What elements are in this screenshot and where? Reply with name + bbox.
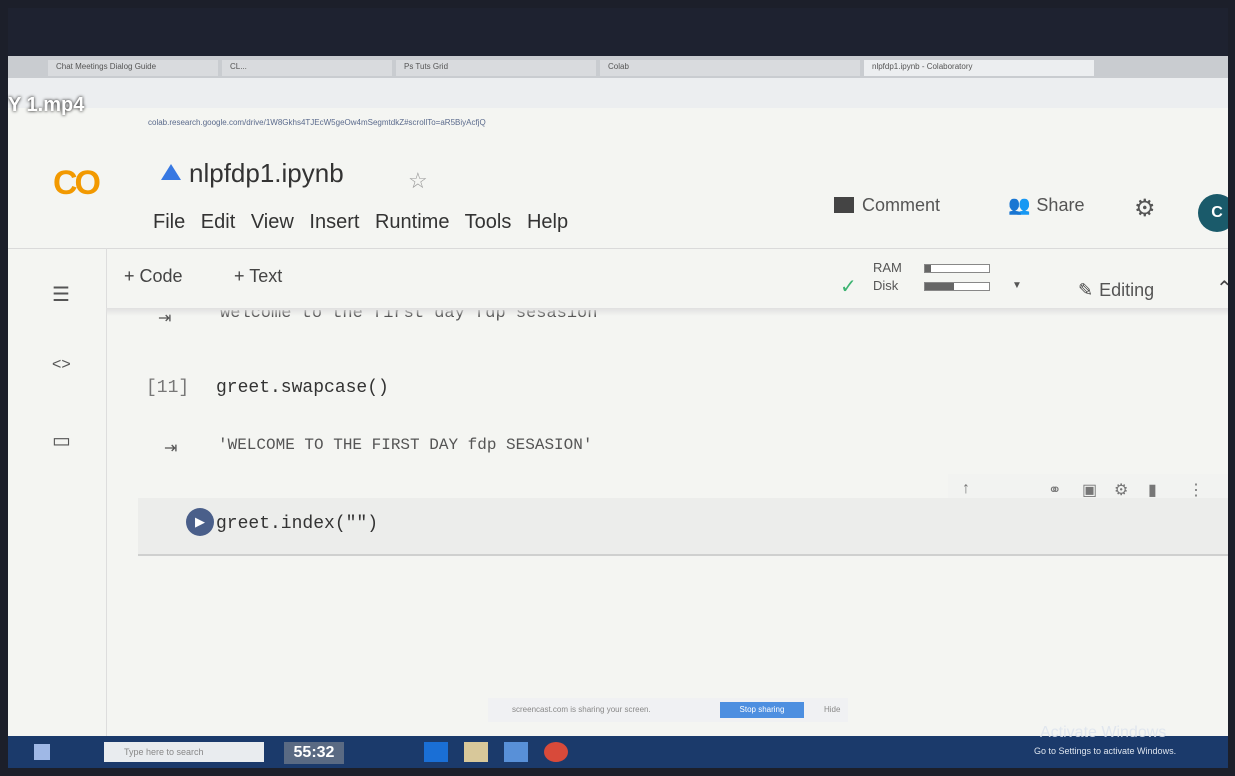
- editing-label: Editing: [1099, 280, 1155, 300]
- hide-button[interactable]: Hide: [824, 698, 840, 722]
- add-text-button[interactable]: + Text: [234, 266, 282, 287]
- gear-icon[interactable]: ⚙: [1134, 194, 1156, 223]
- avatar[interactable]: C: [1198, 194, 1228, 232]
- browser-tab-4[interactable]: Colab: [600, 60, 860, 76]
- notebook-title-text[interactable]: nlpfdp1.ipynb: [189, 158, 344, 188]
- activate-windows-subtitle: Go to Settings to activate Windows.: [1034, 746, 1177, 756]
- menu-runtime[interactable]: Runtime: [375, 211, 449, 233]
- header-divider: [8, 248, 1228, 249]
- disk-meter-fill: [925, 283, 954, 290]
- video-frame-top: [8, 8, 1228, 56]
- menu-help[interactable]: Help: [527, 211, 568, 233]
- left-sidebar: ☰ <> ▭: [8, 248, 107, 768]
- code-cell-swapcase[interactable]: greet.swapcase(): [216, 378, 389, 398]
- url-text[interactable]: colab.research.google.com/drive/1W8Gkhs4…: [148, 118, 486, 127]
- video-title: Y 1.mp4: [8, 94, 85, 116]
- comment-icon: [834, 197, 854, 213]
- browser-tab-2[interactable]: CL...: [222, 60, 392, 76]
- browser-tab-3[interactable]: Ps Tuts Grid: [396, 60, 596, 76]
- screen: Chat Meetings Dialog Guide CL... Ps Tuts…: [8, 8, 1228, 768]
- star-icon[interactable]: ☆: [408, 168, 428, 194]
- comment-cell-icon[interactable]: ▣: [1082, 480, 1097, 500]
- comment-button[interactable]: Comment: [834, 195, 940, 216]
- connected-check-icon: ✓: [840, 276, 857, 298]
- activate-windows-watermark: Activate Windows: [1040, 724, 1167, 741]
- add-code-button[interactable]: + Code: [124, 266, 183, 287]
- menu-insert[interactable]: Insert: [309, 211, 359, 233]
- move-up-icon[interactable]: ↑: [962, 480, 970, 498]
- drive-icon: [161, 164, 181, 180]
- menu-file[interactable]: File: [153, 211, 185, 233]
- code-snippets-icon[interactable]: <>: [52, 356, 71, 374]
- taskbar-search[interactable]: Type here to search: [104, 742, 264, 762]
- menu-view[interactable]: View: [251, 211, 294, 233]
- taskbar-app-icon[interactable]: [544, 742, 568, 762]
- menu-edit[interactable]: Edit: [201, 211, 235, 233]
- notebook-title[interactable]: nlpfdp1.ipynb: [161, 158, 344, 189]
- menu-bar: File Edit View Insert Runtime Tools Help: [153, 211, 578, 234]
- stop-sharing-button[interactable]: Stop sharing: [720, 702, 804, 718]
- colab-logo[interactable]: CO: [53, 164, 101, 203]
- ram-meter-fill: [925, 265, 932, 272]
- browser-tab-1[interactable]: Chat Meetings Dialog Guide: [48, 60, 218, 76]
- disk-label: Disk: [873, 278, 899, 293]
- menu-tools[interactable]: Tools: [465, 211, 512, 233]
- share-people-icon: 👥: [1008, 195, 1031, 215]
- delete-icon[interactable]: ▮: [1148, 480, 1157, 500]
- folder-icon[interactable]: ▭: [52, 428, 71, 453]
- browser-tab-active[interactable]: nlpfdp1.ipynb - Colaboratory: [864, 60, 1094, 76]
- share-button[interactable]: 👥 Share: [1008, 195, 1084, 216]
- collapse-header-icon[interactable]: ⌃: [1216, 276, 1228, 301]
- link-icon[interactable]: ⚭: [1048, 480, 1061, 500]
- ram-meter[interactable]: [924, 264, 990, 273]
- run-cell-button[interactable]: ▶: [186, 508, 214, 536]
- cell-settings-icon[interactable]: ⚙: [1114, 480, 1128, 500]
- output-icon: ⇥: [164, 440, 178, 457]
- table-of-contents-icon[interactable]: ☰: [52, 282, 70, 307]
- share-label: Share: [1036, 195, 1085, 215]
- taskbar-chrome-icon[interactable]: [504, 742, 528, 762]
- taskbar-explorer-icon[interactable]: [464, 742, 488, 762]
- disk-meter[interactable]: [924, 282, 990, 291]
- editing-mode-button[interactable]: ✎ Editing: [1078, 280, 1154, 301]
- pencil-icon: ✎: [1078, 280, 1094, 300]
- execution-count: [11]: [146, 378, 190, 398]
- comment-label: Comment: [862, 195, 941, 215]
- taskbar-edge-icon[interactable]: [424, 742, 448, 762]
- video-timestamp: 55:32: [284, 742, 344, 764]
- windows-start-icon[interactable]: [34, 744, 50, 760]
- code-cell-index[interactable]: greet.index(""): [216, 514, 378, 534]
- screen-share-message: screencast.com is sharing your screen.: [512, 705, 651, 714]
- cell-output-swapcase: 'WELCOME TO THE FIRST DAY fdp SESASION': [218, 436, 593, 454]
- toolbar-shadow: [106, 308, 1228, 316]
- ram-label: RAM: [873, 260, 902, 275]
- more-options-icon[interactable]: ⋮: [1188, 480, 1204, 500]
- address-bar[interactable]: [8, 78, 1228, 108]
- resources-dropdown-icon[interactable]: ▼: [1012, 280, 1022, 291]
